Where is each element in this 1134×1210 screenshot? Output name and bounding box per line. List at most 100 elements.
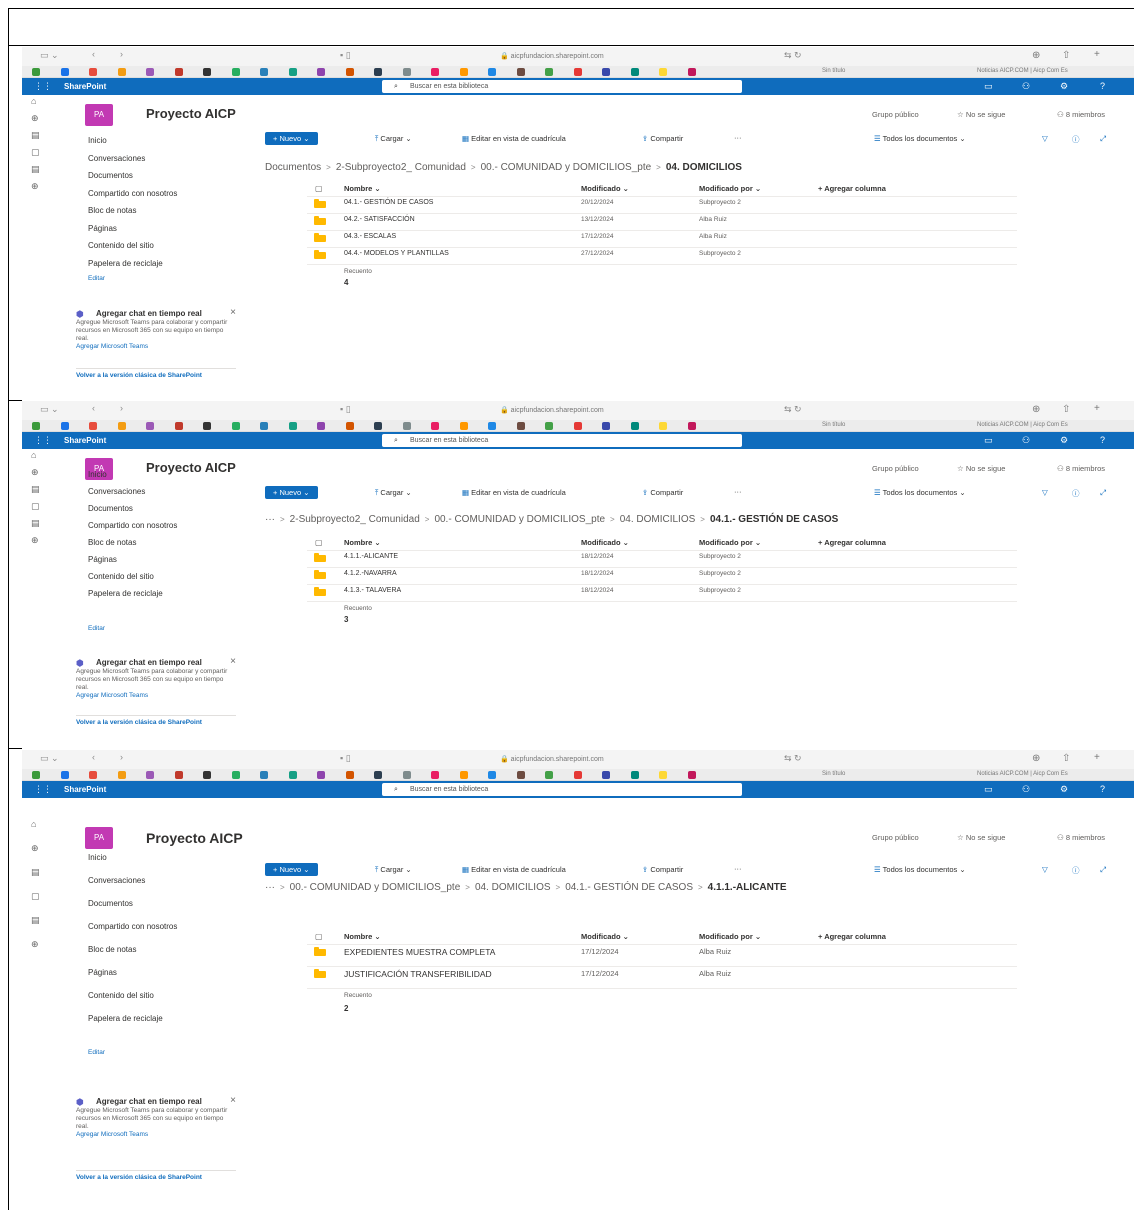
back-icon[interactable]: ‹ xyxy=(92,752,95,762)
back-icon[interactable]: ‹ xyxy=(92,403,95,413)
breadcrumb-item[interactable]: 00.- COMUNIDAD y DOMICILIOS_pte xyxy=(481,162,652,173)
expand-icon[interactable]: ⤢ xyxy=(1100,134,1106,144)
classic-experience-link[interactable]: Volver a la versión clásica de SharePoin… xyxy=(76,372,216,379)
column-modified[interactable]: Modificado ⌄ xyxy=(581,184,629,193)
favorite-site-icon[interactable] xyxy=(288,68,297,76)
folder-name[interactable]: 04.3.- ESCALAS xyxy=(344,233,396,240)
tab-title[interactable]: Sin título xyxy=(822,771,845,777)
files-icon[interactable]: ▢ xyxy=(31,501,40,512)
sidebar-toggle-icon[interactable]: ▭ ⌄ xyxy=(40,50,59,61)
favorite-site-icon[interactable] xyxy=(203,771,211,779)
breadcrumb-item[interactable]: Documentos xyxy=(265,162,321,173)
nav-item[interactable]: Documentos xyxy=(88,504,133,513)
favorite-site-icon[interactable] xyxy=(402,422,411,430)
members-button[interactable]: ⚇ 8 miembros xyxy=(1057,110,1105,119)
reload-icon[interactable]: ⇆ ↻ xyxy=(784,753,802,764)
classic-experience-link[interactable]: Volver a la versión clásica de SharePoin… xyxy=(76,719,216,726)
breadcrumb-item[interactable]: ··· xyxy=(265,514,275,525)
folder-name[interactable]: 04.4.- MODELOS Y PLANTILLAS xyxy=(344,250,449,257)
add-teams-link[interactable]: Agregar Microsoft Teams xyxy=(76,1131,236,1139)
favorite-site-icon[interactable] xyxy=(459,68,468,76)
favorite-site-icon[interactable] xyxy=(545,771,553,779)
folder-icon[interactable] xyxy=(314,947,326,956)
favorite-site-icon[interactable] xyxy=(32,771,40,779)
favorite-site-icon[interactable] xyxy=(516,422,525,430)
grid-edit-button[interactable]: ▦ Editar en vista de cuadrícula xyxy=(462,488,566,497)
favorite-site-icon[interactable] xyxy=(488,771,496,779)
nav-edit-link[interactable]: Editar xyxy=(88,625,105,632)
favorite-site-icon[interactable] xyxy=(317,771,325,779)
nav-item[interactable]: Bloc de notas xyxy=(88,206,136,215)
favorite-site-icon[interactable] xyxy=(146,68,154,76)
create-icon[interactable]: ⊕ xyxy=(31,181,39,192)
download-icon[interactable]: ⊕ xyxy=(1032,404,1040,415)
favorite-site-icon[interactable] xyxy=(288,422,297,430)
site-logo[interactable]: PA xyxy=(85,827,113,849)
globe-icon[interactable]: ⊕ xyxy=(31,843,39,854)
tab-title[interactable]: Sin título xyxy=(822,68,845,74)
search-input[interactable]: ⌕ Buscar en esta biblioteca xyxy=(382,80,742,93)
nav-item[interactable]: Páginas xyxy=(88,555,117,564)
home-icon[interactable]: ⌂ xyxy=(31,96,36,106)
favorite-site-icon[interactable] xyxy=(602,771,610,779)
breadcrumb-item[interactable]: 04. DOMICILIOS xyxy=(475,882,551,893)
favorite-site-icon[interactable] xyxy=(573,68,582,76)
filter-icon[interactable]: ▽ xyxy=(1042,865,1048,874)
column-modified-by[interactable]: Modificado por ⌄ xyxy=(699,184,761,193)
tab-title[interactable]: Noticias AICP.COM | Aicp Com Es xyxy=(977,771,1068,777)
app-name[interactable]: SharePoint xyxy=(64,785,106,794)
news-icon[interactable]: ▤ xyxy=(31,867,40,878)
favorite-site-icon[interactable] xyxy=(402,771,411,779)
favorite-site-icon[interactable] xyxy=(345,771,354,779)
new-button[interactable]: + Nuevo ⌄ xyxy=(265,863,318,876)
nav-item[interactable]: Compartido con nosotros xyxy=(88,189,177,198)
nav-item[interactable]: Conversaciones xyxy=(88,876,145,885)
view-selector[interactable]: ☰ Todos los documentos ⌄ xyxy=(874,865,966,874)
info-icon[interactable]: ⓘ xyxy=(1072,865,1080,876)
favorite-site-icon[interactable] xyxy=(231,68,240,76)
tab-group-icon[interactable]: ▪ ▯ xyxy=(340,50,351,61)
column-modified[interactable]: Modificado ⌄ xyxy=(581,538,629,547)
favorite-site-icon[interactable] xyxy=(60,422,69,430)
new-tab-icon[interactable]: + xyxy=(1094,752,1100,763)
follow-button[interactable]: ☆ No se sigue xyxy=(957,833,1005,842)
tab-group-icon[interactable]: ▪ ▯ xyxy=(340,753,351,764)
close-icon[interactable]: × xyxy=(230,307,236,320)
globe-icon[interactable]: ⊕ xyxy=(31,113,39,124)
back-icon[interactable]: ‹ xyxy=(92,49,95,59)
globe-icon[interactable]: ⊕ xyxy=(31,467,39,478)
favorite-site-icon[interactable] xyxy=(117,771,126,779)
favorite-site-icon[interactable] xyxy=(602,422,610,430)
address-bar[interactable]: 🔒 aicpfundacion.sharepoint.com xyxy=(500,755,604,763)
expand-icon[interactable]: ⤢ xyxy=(1100,865,1106,875)
follow-button[interactable]: ☆ No se sigue xyxy=(957,464,1005,473)
folder-icon[interactable] xyxy=(314,216,326,225)
favorite-site-icon[interactable] xyxy=(32,68,40,76)
column-name[interactable]: Nombre ⌄ xyxy=(344,538,381,547)
favorite-site-icon[interactable] xyxy=(516,771,525,779)
nav-item[interactable]: Papelera de reciclaje xyxy=(88,259,163,268)
column-name[interactable]: Nombre ⌄ xyxy=(344,932,381,941)
favorite-site-icon[interactable] xyxy=(174,68,183,76)
folder-name[interactable]: 4.1.3.- TALAVERA xyxy=(344,587,401,594)
add-column-button[interactable]: + Agregar columna xyxy=(818,538,886,547)
new-tab-icon[interactable]: + xyxy=(1094,49,1100,60)
column-modified-by[interactable]: Modificado por ⌄ xyxy=(699,932,761,941)
site-title[interactable]: Proyecto AICP xyxy=(146,106,236,121)
folder-icon[interactable] xyxy=(314,553,326,562)
classic-experience-link[interactable]: Volver a la versión clásica de SharePoin… xyxy=(76,1174,216,1181)
reload-icon[interactable]: ⇆ ↻ xyxy=(784,404,802,415)
news-icon[interactable]: ▤ xyxy=(31,484,40,495)
add-column-button[interactable]: + Agregar columna xyxy=(818,932,886,941)
share-icon[interactable]: ⇧ xyxy=(1062,50,1070,61)
favorite-site-icon[interactable] xyxy=(431,68,439,76)
app-name[interactable]: SharePoint xyxy=(64,436,106,445)
folder-icon[interactable] xyxy=(314,969,326,978)
favorite-site-icon[interactable] xyxy=(317,68,325,76)
folder-name[interactable]: EXPEDIENTES MUESTRA COMPLETA xyxy=(344,947,495,957)
folder-name[interactable]: 04.2.- SATISFACCIÓN xyxy=(344,216,415,223)
tab-title[interactable]: Sin título xyxy=(822,422,845,428)
sidebar-toggle-icon[interactable]: ▭ ⌄ xyxy=(40,753,59,764)
favorite-site-icon[interactable] xyxy=(260,68,268,76)
sidebar-toggle-icon[interactable]: ▭ ⌄ xyxy=(40,404,59,415)
